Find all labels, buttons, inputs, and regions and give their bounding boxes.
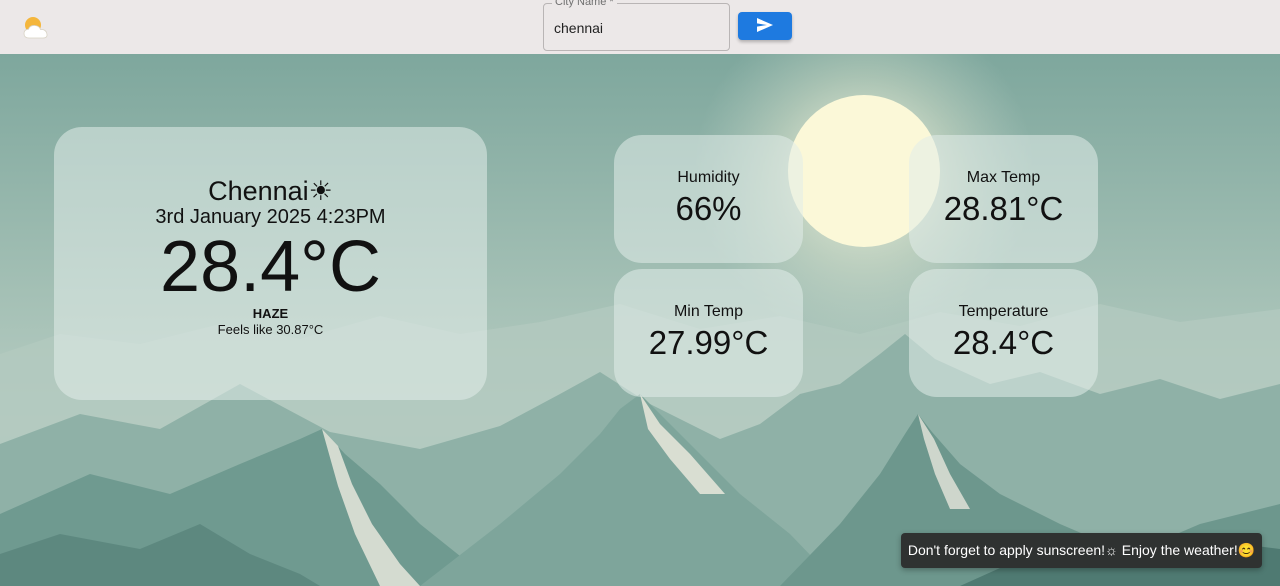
max-temp-card: Max Temp 28.81°C (909, 135, 1098, 263)
sun-icon: ☀ (308, 176, 333, 206)
temperature-value: 28.4°C (952, 324, 1055, 361)
min-temp-label: Min Temp (673, 303, 744, 320)
min-temp-card: Min Temp 27.99°C (614, 269, 803, 397)
date-time: 3rd January 2025 4:23PM (155, 206, 386, 228)
current-temperature: 28.4°C (160, 227, 381, 307)
city-name: Chennai (208, 176, 309, 206)
city-name-input[interactable] (554, 17, 719, 39)
max-temp-value: 28.81°C (943, 190, 1064, 227)
app-header: City Name * (0, 0, 1280, 54)
feels-like: Feels like 30.87°C (217, 322, 324, 337)
city-heading: Chennai☀ (54, 176, 487, 206)
city-name-label: City Name * (552, 0, 617, 9)
humidity-value: 66% (675, 190, 742, 227)
city-name-field[interactable]: City Name * (543, 0, 730, 51)
weather-condition: HAZE (252, 306, 289, 321)
partly-cloudy-icon (20, 14, 52, 42)
send-icon (757, 17, 773, 35)
weather-app: City Name * Chennai☀ 3rd January 2025 4:… (0, 0, 1280, 586)
max-temp-label: Max Temp (966, 169, 1041, 186)
search-submit-button[interactable] (738, 12, 792, 40)
humidity-label: Humidity (677, 169, 740, 186)
current-weather-card: Chennai☀ 3rd January 2025 4:23PM 28.4°C … (54, 127, 487, 400)
temperature-label: Temperature (958, 303, 1049, 320)
sunscreen-toast: Don't forget to apply sunscreen!☼ Enjoy … (901, 533, 1262, 568)
humidity-card: Humidity 66% (614, 135, 803, 263)
min-temp-value: 27.99°C (648, 324, 769, 361)
current-weather-content: Chennai☀ 3rd January 2025 4:23PM 28.4°C … (54, 176, 487, 338)
temperature-card: Temperature 28.4°C (909, 269, 1098, 397)
